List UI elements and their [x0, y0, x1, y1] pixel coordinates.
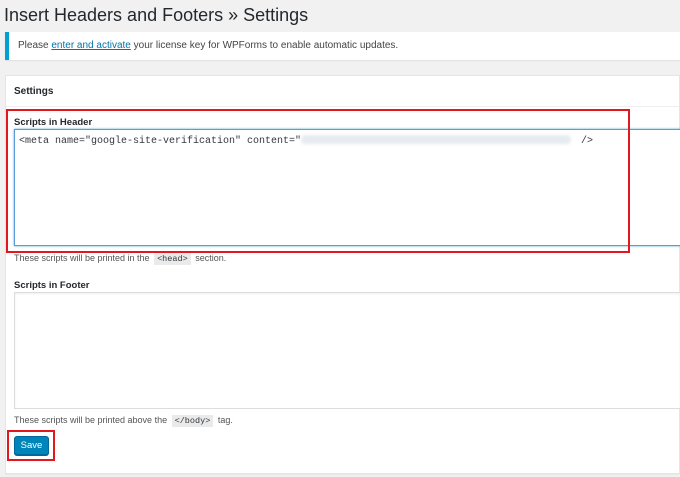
body-close-tag-code: </body> [171, 415, 214, 427]
footer-description: These scripts will be printed above the … [14, 415, 233, 427]
header-code-line: <meta name="google-site-verification" co… [19, 135, 593, 148]
notice-suffix: your license key for WPForms to enable a… [130, 40, 399, 51]
footer-description-prefix: These scripts will be printed above the [14, 415, 170, 425]
header-description-prefix: These scripts will be printed in the [14, 253, 153, 263]
scripts-in-header-textarea[interactable]: <meta name="google-site-verification" co… [14, 129, 680, 246]
scripts-in-footer-label: Scripts in Footer [14, 280, 90, 291]
page-title: Insert Headers and Footers » Settings [4, 5, 309, 25]
settings-box: Settings Scripts in Header <meta name="g… [5, 75, 680, 474]
scripts-in-footer-textarea[interactable] [14, 292, 680, 409]
header-description-suffix: section. [192, 253, 227, 263]
license-notice: Please enter and activate your license k… [5, 32, 680, 60]
redacted-verification-value [301, 135, 572, 144]
enter-activate-license-link[interactable]: enter and activate [51, 40, 131, 51]
settings-box-header: Settings [6, 76, 679, 107]
header-code-prefix: <meta name="google-site-verification" co… [19, 136, 302, 147]
scripts-in-header-label: Scripts in Header [14, 117, 93, 128]
save-button[interactable]: Save [14, 436, 49, 455]
header-code-suffix: /> [575, 136, 594, 147]
footer-description-suffix: tag. [215, 415, 233, 425]
header-description: These scripts will be printed in the <he… [14, 253, 227, 265]
notice-prefix: Please [18, 40, 52, 51]
head-tag-code: <head> [154, 253, 191, 265]
settings-box-title: Settings [14, 86, 54, 97]
